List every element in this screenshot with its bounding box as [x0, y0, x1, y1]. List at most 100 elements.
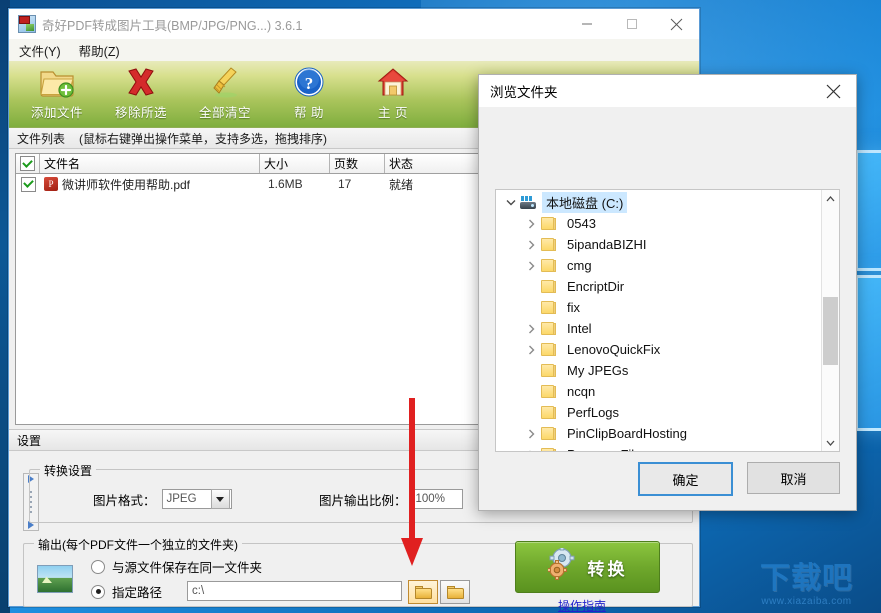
tree-item[interactable]: PerfLogs: [496, 402, 822, 423]
toolbar-help[interactable]: ? 帮 助: [267, 61, 351, 129]
tree-item[interactable]: cmg: [496, 255, 822, 276]
tree-item-label: 本地磁盘 (C:): [542, 192, 628, 213]
chevron-down-icon[interactable]: [502, 199, 520, 206]
guide-link[interactable]: 操作指南: [558, 597, 606, 613]
toolbar-remove-selected-label: 移除所选: [114, 106, 167, 120]
file-list-title: 文件列表: [17, 131, 66, 146]
close-icon[interactable]: [811, 75, 856, 107]
image-scale-field: 图片输出比例： 100%: [319, 489, 463, 509]
image-scale-input[interactable]: 100%: [410, 489, 463, 509]
watermark-text: 下载吧: [760, 561, 853, 595]
image-preview-icon: [37, 565, 73, 593]
cancel-button[interactable]: 取消: [747, 462, 840, 494]
tree-item[interactable]: Intel: [496, 318, 822, 339]
tree-item[interactable]: 5ipandaBIZHI: [496, 234, 822, 255]
menu-bar: 文件(Y) 帮助(Z): [9, 39, 699, 61]
radio-same-folder[interactable]: [91, 559, 105, 574]
column-header-filename[interactable]: 文件名: [40, 154, 260, 173]
dialog-body: 本地磁盘 (C:) 0543 5ipandaBIZHI cmg EncriptDir fi…: [479, 107, 856, 510]
app-icon: [18, 15, 36, 33]
image-format-label: 图片格式：: [93, 493, 156, 508]
output-same-folder-option[interactable]: 与源文件保存在同一文件夹: [91, 557, 262, 576]
toolbar-remove-selected[interactable]: 移除所选: [99, 61, 183, 129]
tree-item-label: 5ipandaBIZHI: [567, 237, 647, 252]
red-cross-icon: [125, 65, 157, 99]
watermark-url: www.xiazaiba.com: [761, 595, 852, 607]
home-icon: [377, 65, 409, 99]
scrollbar-thumb[interactable]: [823, 297, 838, 365]
toolbar-add-file-label: 添加文件: [30, 106, 83, 120]
title-bar: 奇好PDF转成图片工具(BMP/JPG/PNG...) 3.6.1: [9, 9, 699, 39]
tree-item[interactable]: LenovoQuickFix: [496, 339, 822, 360]
tree-item[interactable]: My JPEGs: [496, 360, 822, 381]
folder-icon: [540, 301, 556, 314]
tree-item[interactable]: PinClipBoardHosting: [496, 423, 822, 444]
column-header-pages[interactable]: 页数: [330, 154, 385, 173]
chevron-right-icon[interactable]: [522, 240, 540, 250]
output-specify-path-option[interactable]: 指定路径: [91, 582, 162, 601]
chevron-right-icon[interactable]: [522, 261, 540, 271]
toolbar-add-file[interactable]: 添加文件: [15, 61, 99, 129]
row-pages: 17: [338, 177, 352, 191]
scroll-up-arrow-icon[interactable]: [822, 190, 839, 207]
folder-icon: [540, 385, 556, 398]
minimize-icon[interactable]: [564, 9, 609, 39]
folder-tree[interactable]: 本地磁盘 (C:) 0543 5ipandaBIZHI cmg EncriptDir fi…: [495, 189, 840, 452]
ok-button[interactable]: 确定: [638, 462, 733, 496]
drive-icon: [520, 196, 536, 209]
select-all-checkbox[interactable]: [20, 156, 35, 171]
tree-item[interactable]: 0543: [496, 213, 822, 234]
browse-folder-button[interactable]: [408, 580, 438, 604]
chevron-right-icon[interactable]: [522, 450, 540, 451]
pdf-file-icon: P: [44, 177, 58, 191]
menu-help[interactable]: 帮助(Z): [79, 41, 120, 60]
toolbar-help-label: 帮 助: [294, 106, 324, 120]
tree-item[interactable]: fix: [496, 297, 822, 318]
chevron-right-icon[interactable]: [522, 429, 540, 439]
tree-item[interactable]: ncqn: [496, 381, 822, 402]
output-path-input[interactable]: c:\: [187, 581, 402, 601]
tree-item[interactable]: 本地磁盘 (C:): [496, 192, 822, 213]
file-list-hint: (鼠标右键弹出操作菜单，支持多选，拖拽排序): [79, 131, 328, 146]
tree-item[interactable]: Program Files: [496, 444, 822, 451]
tree-item-label: PerfLogs: [567, 405, 620, 420]
folder-icon: [540, 364, 556, 377]
column-header-size[interactable]: 大小: [260, 154, 330, 173]
chevron-right-icon[interactable]: [522, 219, 540, 229]
image-scale-value: 100%: [415, 493, 445, 505]
chevron-right-icon[interactable]: [522, 345, 540, 355]
dialog-title-bar: 浏览文件夹: [479, 75, 856, 107]
scrollbar-track[interactable]: [822, 207, 839, 434]
output-group-title: 输出(每个PDF文件一个独立的文件夹): [34, 536, 242, 553]
open-folder-button[interactable]: [440, 580, 470, 604]
gears-icon: [546, 545, 582, 587]
folder-tree-items[interactable]: 本地磁盘 (C:) 0543 5ipandaBIZHI cmg EncriptDir fi…: [496, 190, 822, 451]
tree-item[interactable]: EncriptDir: [496, 276, 822, 297]
column-header-checkbox[interactable]: [16, 154, 40, 173]
image-format-select[interactable]: JPEG: [161, 489, 232, 509]
site-watermark: 下载吧 www.xiazaiba.com: [738, 561, 875, 609]
chevron-right-icon[interactable]: [522, 324, 540, 334]
toolbar-home[interactable]: 主 页: [351, 61, 435, 129]
menu-file[interactable]: 文件(Y): [19, 41, 61, 60]
folder-icon: [540, 280, 556, 293]
row-checkbox-cell[interactable]: [16, 174, 40, 194]
tree-item-label: My JPEGs: [567, 363, 629, 378]
convert-button[interactable]: 转换: [515, 541, 660, 593]
row-filename: 微讲师软件使用帮助.pdf: [62, 177, 191, 192]
close-icon[interactable]: [654, 9, 699, 39]
maximize-icon[interactable]: [609, 9, 654, 39]
folder-icon: [540, 343, 556, 356]
output-same-folder-label: 与源文件保存在同一文件夹: [112, 561, 263, 575]
tree-item-label: Intel: [567, 321, 592, 336]
folder-tree-scrollbar[interactable]: [821, 190, 839, 451]
radio-specify-path[interactable]: [91, 584, 105, 599]
folder-icon: [540, 259, 556, 272]
tree-item-label: ncqn: [567, 384, 596, 399]
chevron-down-icon[interactable]: [210, 489, 230, 509]
row-checkbox[interactable]: [20, 176, 36, 192]
tree-item-label: EncriptDir: [567, 279, 625, 294]
image-format-value: JPEG: [166, 493, 197, 505]
toolbar-clear-all[interactable]: 全部清空: [183, 61, 267, 129]
scroll-down-arrow-icon[interactable]: [822, 434, 839, 451]
